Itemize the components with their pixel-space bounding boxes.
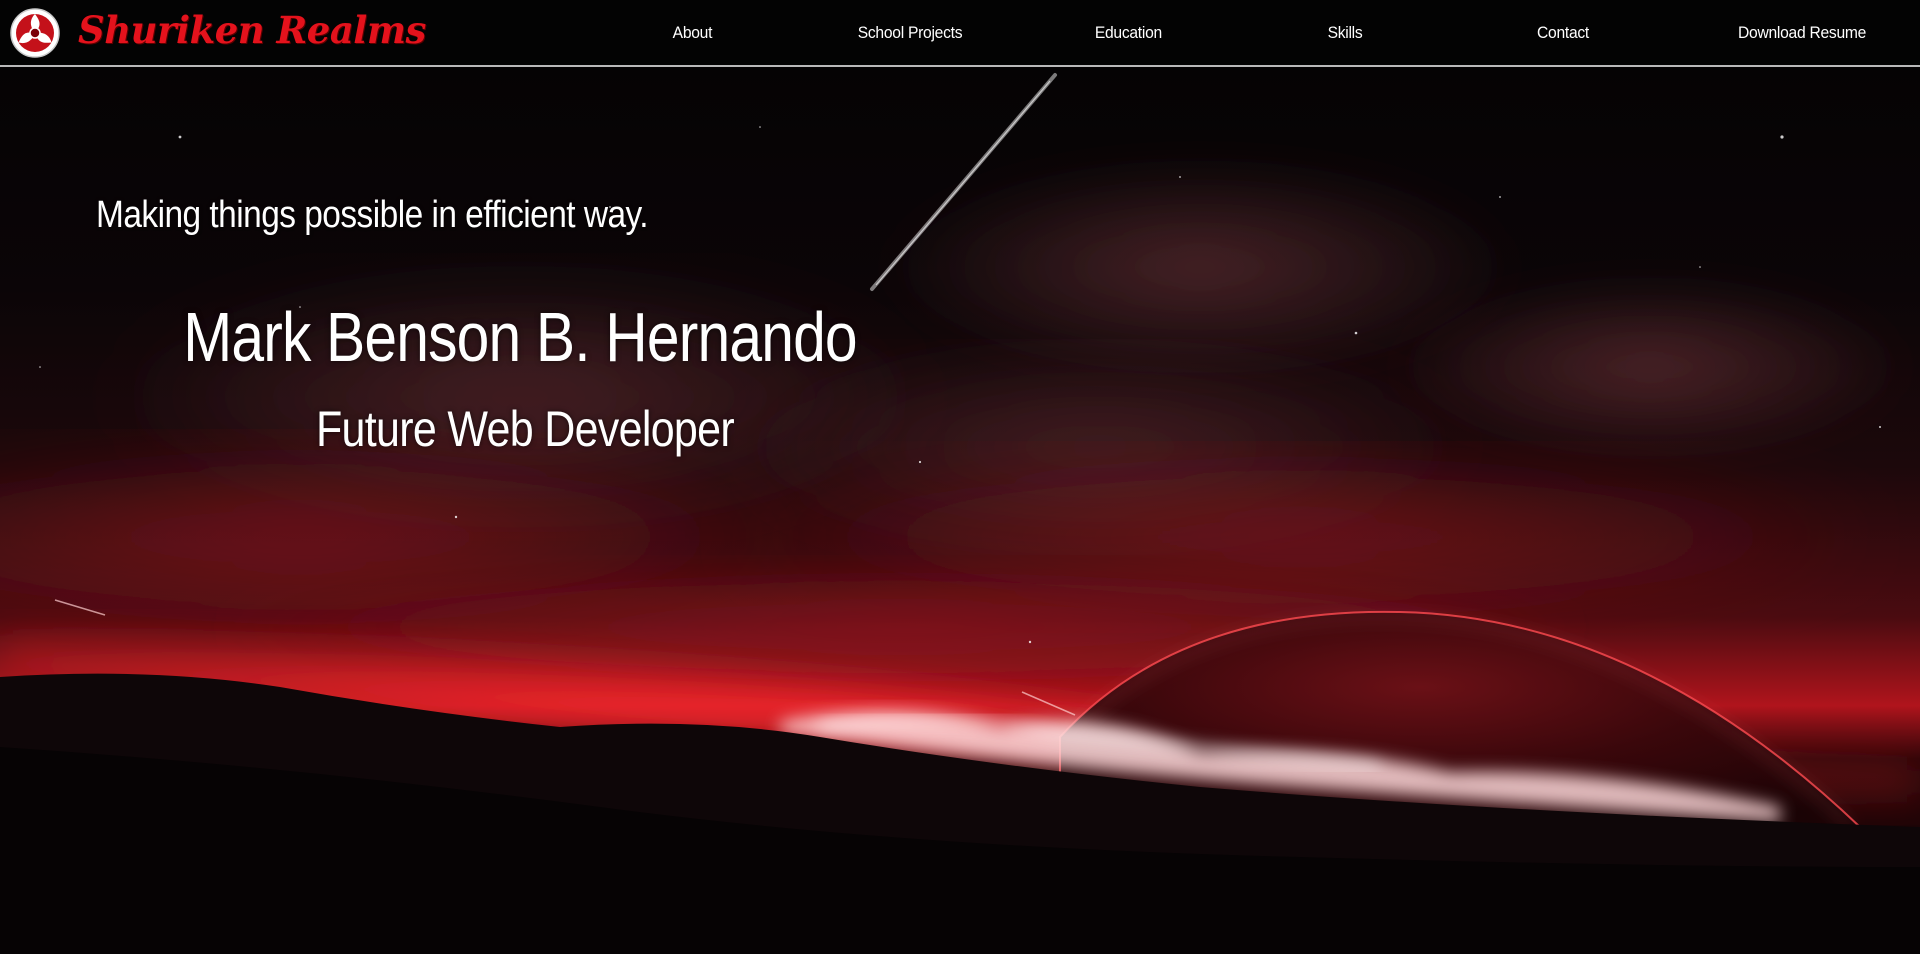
hero-role-subtitle: Future Web Developer <box>315 401 735 457</box>
hero-name-heading: Mark Benson B. Hernando <box>183 298 857 376</box>
nav-link-contact[interactable]: Contact <box>1535 20 1590 46</box>
nav-link-about[interactable]: About <box>673 20 713 46</box>
top-navbar: Shuriken Realms About School Projects Ed… <box>0 0 1920 67</box>
nav-link-education[interactable]: Education <box>1095 20 1162 46</box>
brand-logo-text[interactable]: Shuriken Realms <box>78 4 426 56</box>
shuriken-emblem-icon[interactable] <box>9 7 61 59</box>
hero-section: Making things possible in efficient way.… <box>0 67 1920 954</box>
nav-link-download-resume[interactable]: Download Resume <box>1738 20 1866 46</box>
hero-tagline: Making things possible in efficient way. <box>96 194 649 236</box>
nav-link-school-projects[interactable]: School Projects <box>858 20 963 46</box>
nav-link-skills[interactable]: Skills <box>1327 20 1364 46</box>
